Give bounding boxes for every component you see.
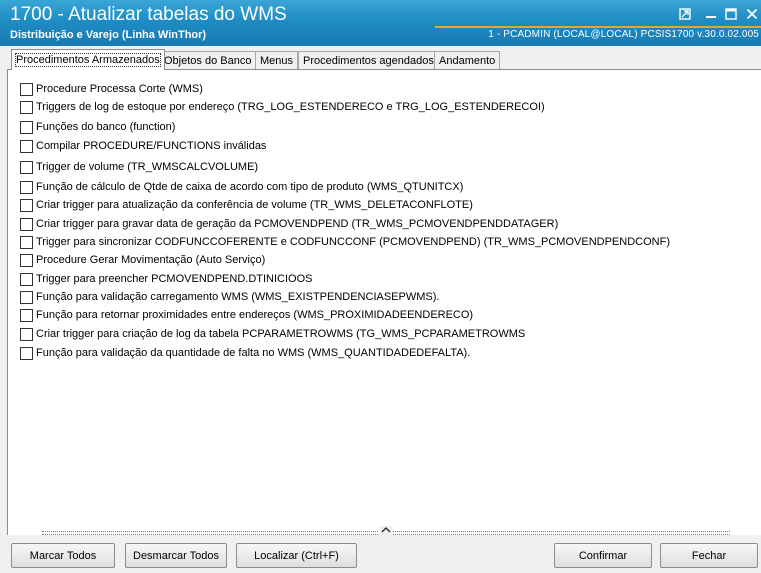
procedure-option[interactable]: Criar trigger para atualização da confer… <box>20 197 473 213</box>
tab-label: Procedimentos agendados <box>303 55 434 67</box>
procedure-option[interactable]: Criar trigger para criação de log da tab… <box>20 326 525 342</box>
window-title: 1700 - Atualizar tabelas do WMS <box>10 4 287 25</box>
close-button[interactable]: Fechar <box>660 543 758 568</box>
find-button[interactable]: Localizar (Ctrl+F) <box>236 543 357 568</box>
procedure-option-label: Função para validação da quantidade de f… <box>36 347 471 359</box>
procedure-option[interactable]: Procedure Processa Corte (WMS) <box>20 81 203 97</box>
procedure-option[interactable]: Compilar PROCEDURE/FUNCTIONS inválidas <box>20 138 266 154</box>
tab-procedimentos-agendados[interactable]: Procedimentos agendados <box>298 51 439 70</box>
procedure-option-label: Procedure Gerar Movimentação (Auto Servi… <box>36 254 266 266</box>
checkbox[interactable] <box>20 160 33 174</box>
procedure-option-label: Trigger de volume (TR_WMSCALCVOLUME) <box>36 161 259 173</box>
procedure-option-label: Funções do banco (function) <box>36 121 176 133</box>
maximize-icon[interactable] <box>722 5 740 23</box>
procedure-option[interactable]: Função para validação carregamento WMS (… <box>20 289 439 305</box>
procedure-option[interactable]: Procedure Gerar Movimentação (Auto Servi… <box>20 252 265 268</box>
title-bar: 1700 - Atualizar tabelas do WMS Distribu… <box>0 0 761 46</box>
tab-andamento[interactable]: Andamento <box>434 51 501 70</box>
checkbox[interactable] <box>20 346 33 360</box>
checkbox[interactable] <box>20 272 33 286</box>
window-subtitle: Distribuição e Varejo (Linha WinThor) <box>10 29 207 41</box>
deselect-all-button[interactable]: Desmarcar Todos <box>125 543 227 568</box>
procedure-option[interactable]: Triggers de log de estoque por endereço … <box>20 99 545 115</box>
tab-label: Procedimentos Armazenados <box>15 53 161 67</box>
procedure-option[interactable]: Função para validação da quantidade de f… <box>20 345 470 361</box>
tab-label: Andamento <box>439 55 496 67</box>
tab-objetos-do-banco[interactable]: Objetos do Banco <box>159 51 257 70</box>
procedure-option[interactable]: Função para retornar proximidades entre … <box>20 307 473 323</box>
procedures-panel: Procedure Processa Corte (WMS) Triggers … <box>7 69 761 535</box>
checkbox[interactable] <box>20 253 33 267</box>
procedure-option-label: Criar trigger para criação de log da tab… <box>36 328 526 340</box>
tab-procedimentos-armazenados[interactable]: Procedimentos Armazenados <box>11 49 165 70</box>
procedure-option-label: Trigger para preencher PCMOVENDPEND.DTIN… <box>36 273 313 285</box>
tab-label: Objetos do Banco <box>164 55 252 67</box>
chevron-up-icon[interactable] <box>379 526 393 536</box>
procedure-option[interactable]: Trigger para preencher PCMOVENDPEND.DTIN… <box>20 271 313 287</box>
tab-menus[interactable]: Menus <box>255 51 299 70</box>
minimize-icon[interactable] <box>702 5 720 23</box>
checkbox[interactable] <box>20 217 33 231</box>
procedure-option[interactable]: Trigger para sincronizar CODFUNCCOFERENT… <box>20 234 670 250</box>
checkbox[interactable] <box>20 198 33 212</box>
checkbox[interactable] <box>20 290 33 304</box>
checkbox[interactable] <box>20 100 33 114</box>
checkbox[interactable] <box>20 139 33 153</box>
tab-label: Menus <box>260 55 294 67</box>
checkbox[interactable] <box>20 120 33 134</box>
procedure-option-label: Compilar PROCEDURE/FUNCTIONS inválidas <box>36 140 267 152</box>
procedure-option-label: Criar trigger para gravar data de geraçã… <box>36 218 559 230</box>
checkbox[interactable] <box>20 327 33 341</box>
procedure-option-label: Função para validação carregamento WMS (… <box>36 291 440 303</box>
checkbox[interactable] <box>20 180 33 194</box>
procedure-option-label: Procedure Processa Corte (WMS) <box>36 83 203 95</box>
procedure-option[interactable]: Trigger de volume (TR_WMSCALCVOLUME) <box>20 159 258 175</box>
tab-strip: Procedimentos Armazenados Objetos do Ban… <box>0 46 761 70</box>
procedure-option[interactable]: Criar trigger para gravar data de geraçã… <box>20 216 558 232</box>
procedure-option[interactable]: Função de cálculo de Qtde de caixa de ac… <box>20 179 463 195</box>
bottom-button-bar: Marcar Todos Desmarcar Todos Localizar (… <box>0 537 761 573</box>
select-all-button[interactable]: Marcar Todos <box>11 543 115 568</box>
procedure-option-label: Trigger para sincronizar CODFUNCCOFERENT… <box>36 236 670 248</box>
procedure-option-label: Triggers de log de estoque por endereço … <box>36 101 545 113</box>
checkbox[interactable] <box>20 235 33 249</box>
procedure-option-label: Função para retornar proximidades entre … <box>36 309 474 321</box>
confirm-button[interactable]: Confirmar <box>554 543 652 568</box>
checkbox[interactable] <box>20 82 33 96</box>
procedure-option[interactable]: Funções do banco (function) <box>20 119 175 135</box>
close-icon[interactable] <box>743 5 761 23</box>
procedure-option-label: Função de cálculo de Qtde de caixa de ac… <box>36 181 464 193</box>
pin-icon[interactable] <box>676 5 694 23</box>
panel-splitter[interactable] <box>42 526 730 537</box>
procedure-option-label: Criar trigger para atualização da confer… <box>36 199 473 211</box>
checkbox[interactable] <box>20 308 33 322</box>
session-status: 1 - PCADMIN (LOCAL@LOCAL) PCSIS1700 v.30… <box>435 26 761 43</box>
